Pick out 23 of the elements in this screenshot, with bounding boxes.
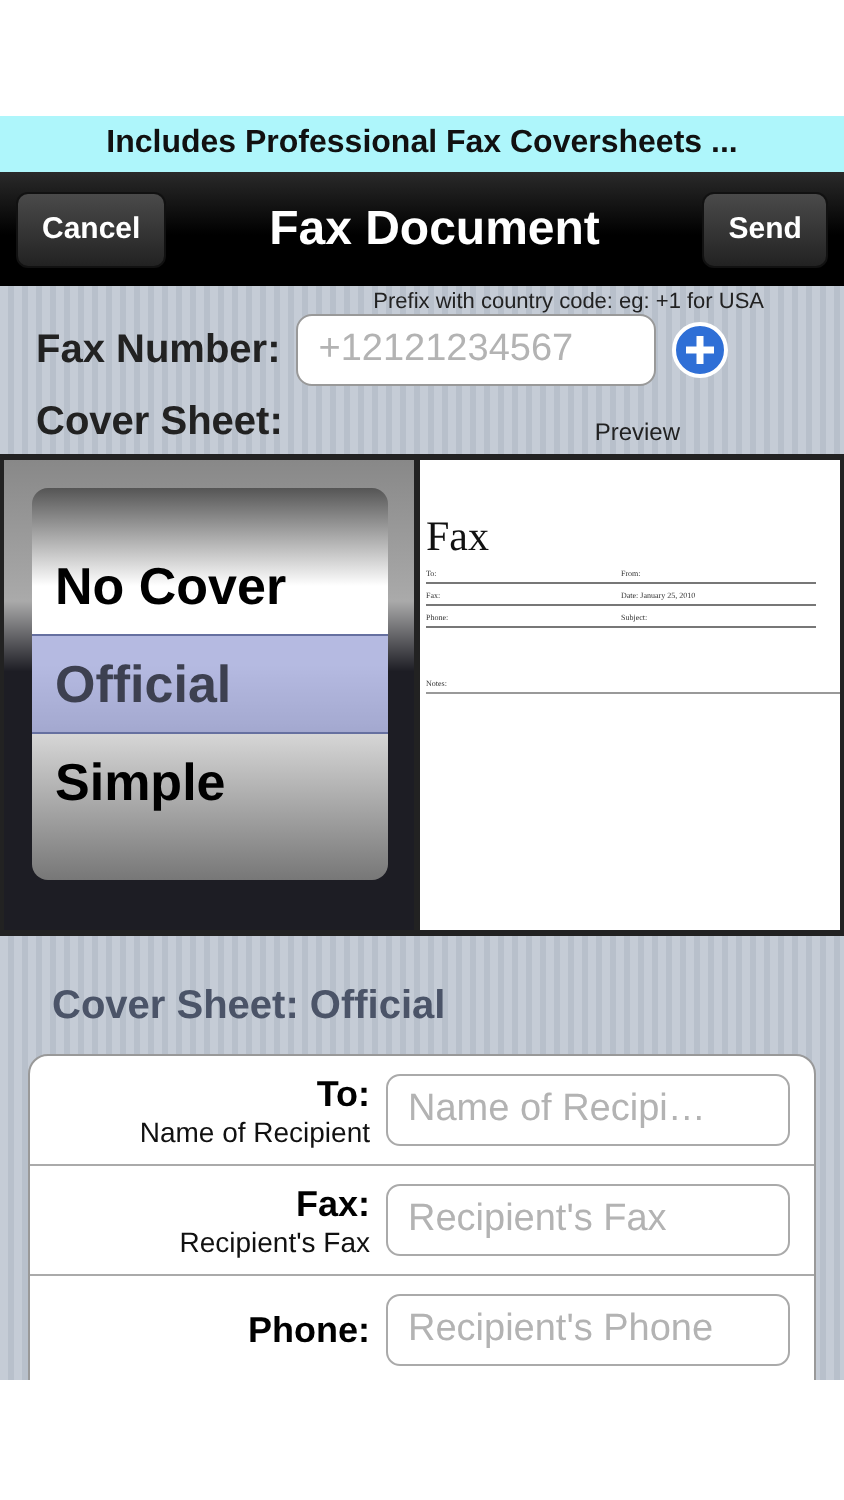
field-sublabel: Name of Recipient [139,1115,370,1147]
picker-option[interactable]: Official [31,634,387,734]
text-field[interactable]: Name of Recipi… [386,1074,790,1146]
preview-label: Preview [594,418,680,446]
promo-banner: Includes Professional Fax Coversheets ... [0,116,844,172]
field-label: To: [316,1073,370,1115]
field-label: Fax Number: [36,327,281,373]
picker-option[interactable]: No Cover [31,538,387,634]
field-label: Phone: [248,1309,370,1351]
text-field[interactable]: Recipient's Fax [386,1184,790,1256]
add-contact-icon[interactable] [672,322,729,378]
screen-title: Fax Document [269,201,600,257]
preview-title: Fax [426,512,491,562]
cancel-button[interactable]: Cancel [16,191,167,267]
fax-number-field[interactable]: +12121234567 [296,314,657,386]
field-label: Cover Sheet: [36,400,283,446]
field-sublabel: Recipient's Fax [179,1225,370,1257]
hint-text: Prefix with country code: eg: +1 for USA [373,290,764,314]
section-title: Cover Sheet: Official [50,982,448,1032]
text-field[interactable]: Recipient's Phone [386,1294,790,1366]
picker-option[interactable]: Simple [31,734,387,830]
send-button[interactable]: Send [702,191,828,267]
field-label: Fax: [295,1183,370,1225]
